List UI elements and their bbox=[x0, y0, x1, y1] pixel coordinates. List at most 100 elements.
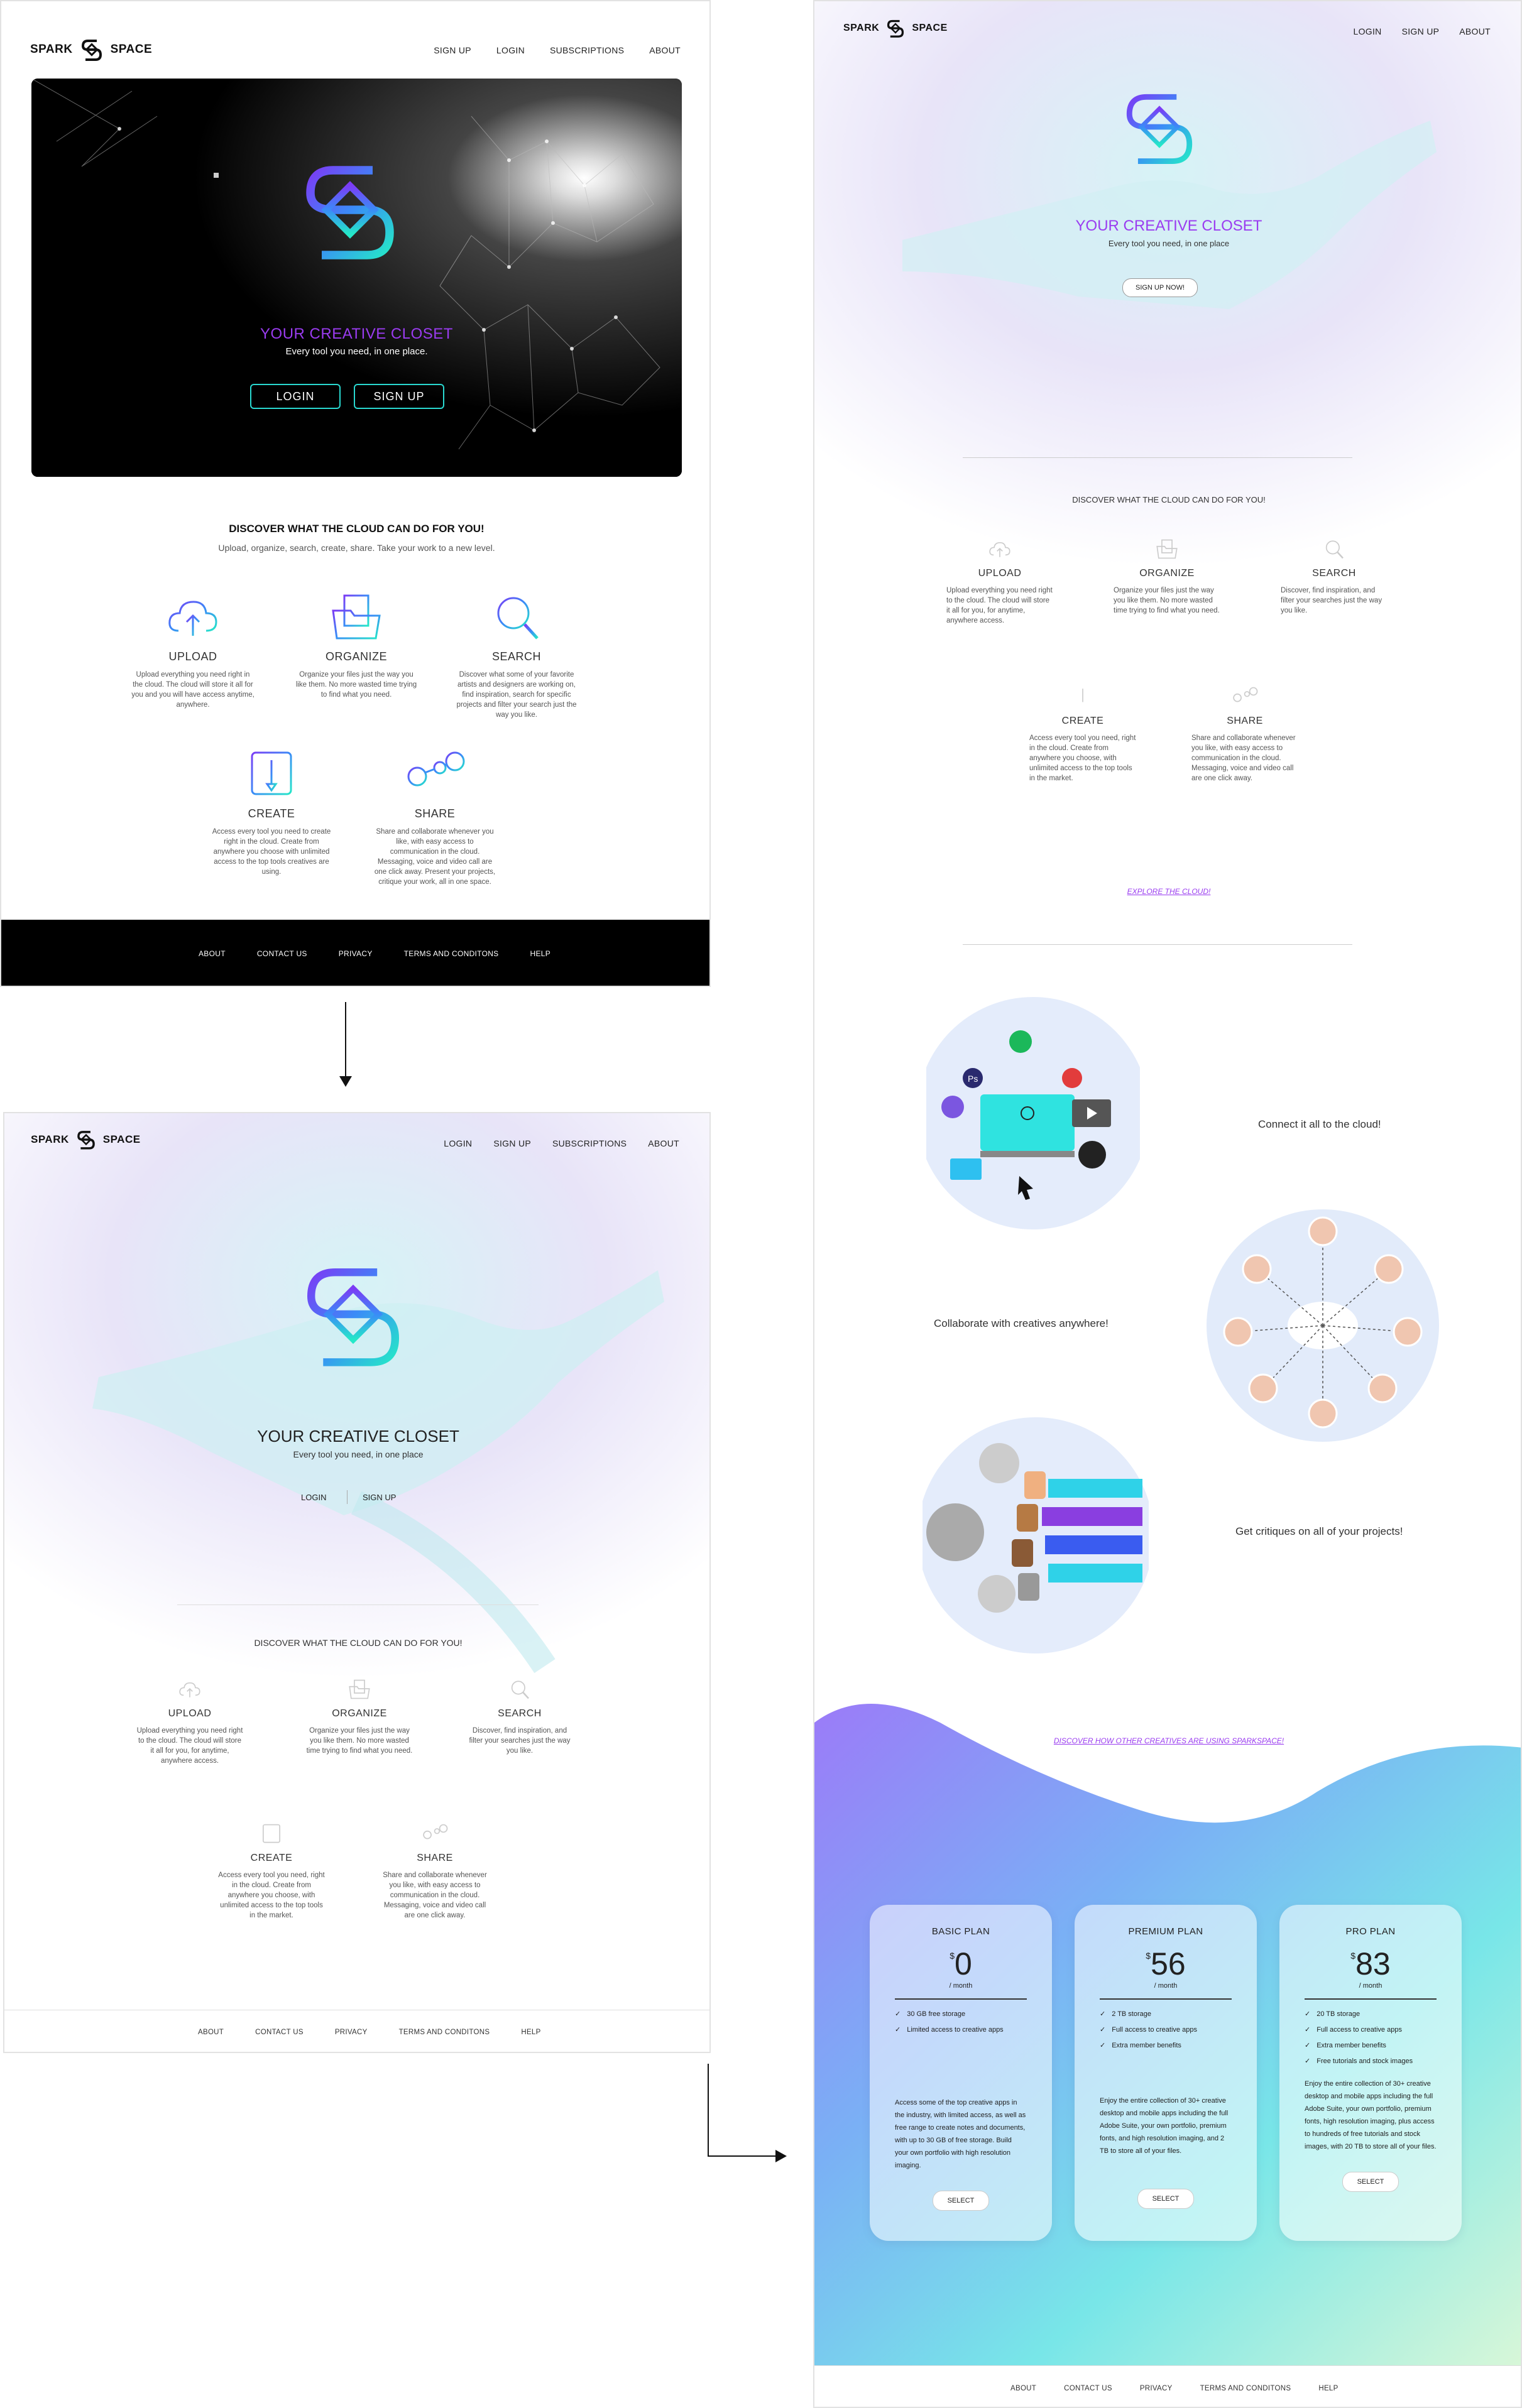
footer-privacy[interactable]: PRIVACY bbox=[339, 949, 373, 958]
discover-title: DISCOVER WHAT THE CLOUD CAN DO FOR YOU! bbox=[1072, 495, 1266, 504]
feature-search[interactable]: SEARCH Discover, find inspiration, and f… bbox=[466, 1679, 573, 1756]
nav-sign-up[interactable]: SIGN UP bbox=[493, 1138, 531, 1148]
plan-feature: ✓ 20 TB storage bbox=[1305, 2010, 1360, 2018]
nav-about[interactable]: ABOUT bbox=[648, 1138, 679, 1148]
flow-arrow-down bbox=[339, 1002, 352, 1087]
brand-right: SPACE bbox=[110, 43, 153, 56]
nav-login[interactable]: LOGIN bbox=[496, 45, 525, 55]
feature-desc: Share and collaborate whenever you like,… bbox=[1191, 734, 1296, 782]
footer-contact[interactable]: CONTACT US bbox=[1064, 2385, 1112, 2392]
footer-terms[interactable]: TERMS AND CONDITONS bbox=[1200, 2385, 1291, 2392]
plan-divider bbox=[1305, 1998, 1437, 2000]
hero-login-button[interactable]: LOGIN bbox=[250, 384, 341, 409]
feature-desc: Discover, find inspiration, and filter y… bbox=[469, 1727, 571, 1755]
hero-login-link[interactable]: LOGIN bbox=[301, 1493, 326, 1502]
feature-organize[interactable]: ORGANIZE Organize your files just the wa… bbox=[293, 592, 419, 700]
feature-organize[interactable]: ORGANIZE Organize your files just the wa… bbox=[306, 1679, 413, 1756]
svg-text:Ps: Ps bbox=[968, 1074, 978, 1084]
hero-signup-link[interactable]: SIGN UP bbox=[363, 1493, 396, 1502]
feature-desc: Upload everything you need right to the … bbox=[946, 587, 1053, 624]
check-icon: ✓ bbox=[895, 2026, 901, 2034]
brand-logo[interactable]: SPARK SPACE bbox=[31, 1128, 141, 1152]
plan-feature: ✓ Extra member benefits bbox=[1100, 2041, 1181, 2050]
nav-subscriptions[interactable]: SUBSCRIPTIONS bbox=[550, 45, 624, 55]
hero-signup-button[interactable]: SIGN UP NOW! bbox=[1122, 278, 1198, 297]
discover-subtitle: Upload, organize, search, create, share.… bbox=[218, 543, 495, 553]
feature-create[interactable]: CREATE Access every tool you need, right… bbox=[1029, 686, 1136, 783]
nav-login[interactable]: LOGIN bbox=[444, 1138, 472, 1148]
hero-title: YOUR CREATIVE CLOSET bbox=[257, 1427, 459, 1446]
feature-upload[interactable]: UPLOAD Upload everything you need right … bbox=[136, 1679, 243, 1766]
footer-help[interactable]: HELP bbox=[521, 2029, 540, 2036]
footer-privacy[interactable]: PRIVACY bbox=[1140, 2385, 1173, 2392]
check-icon: ✓ bbox=[1305, 2010, 1311, 2018]
feature-upload[interactable]: UPLOAD Upload everything you need right … bbox=[946, 538, 1053, 626]
nav-about[interactable]: ABOUT bbox=[649, 45, 681, 55]
plan-card-premium[interactable]: PREMIUM PLAN $56 / month ✓ 2 TB storage ✓… bbox=[1075, 1905, 1257, 2241]
footer-help[interactable]: HELP bbox=[1318, 2385, 1338, 2392]
search-icon bbox=[497, 597, 539, 640]
plan-price: $83 bbox=[1305, 1946, 1437, 1983]
brand-logo[interactable]: SPARK SPACE bbox=[843, 17, 948, 40]
feature-create[interactable]: CREATE Access every tool you need, right… bbox=[218, 1823, 325, 1920]
caption-collaborate: Collaborate with creatives anywhere! bbox=[934, 1317, 1109, 1329]
footer-privacy[interactable]: PRIVACY bbox=[335, 2029, 368, 2036]
footer-bar: ABOUT CONTACT US PRIVACY TERMS AND CONDI… bbox=[814, 2365, 1521, 2407]
select-plan-button[interactable]: SELECT bbox=[1342, 2172, 1399, 2192]
hero-background bbox=[4, 1113, 709, 1679]
feature-label: ORGANIZE bbox=[1139, 568, 1195, 579]
footer-about[interactable]: ABOUT bbox=[1010, 2385, 1036, 2392]
check-icon: ✓ bbox=[1100, 2010, 1106, 2018]
feature-label: ORGANIZE bbox=[325, 650, 387, 663]
hero-subtitle: Every tool you need, in one place bbox=[1108, 239, 1230, 248]
discover-title: DISCOVER WHAT THE CLOUD CAN DO FOR YOU! bbox=[229, 523, 485, 535]
nav-sign-up[interactable]: SIGN UP bbox=[434, 45, 471, 55]
select-plan-button[interactable]: SELECT bbox=[933, 2191, 989, 2211]
share-icon bbox=[423, 1824, 448, 1839]
cloud-connect-illustration: Ps bbox=[926, 997, 1140, 1229]
footer-about[interactable]: ABOUT bbox=[198, 2029, 224, 2036]
footer-help[interactable]: HELP bbox=[530, 949, 550, 958]
feature-share[interactable]: SHARE Share and collaborate whenever you… bbox=[1191, 686, 1298, 783]
feature-desc: Access every tool you need, right in the… bbox=[218, 1871, 325, 1919]
plan-name: BASIC PLAN bbox=[931, 1926, 990, 1937]
hero-subtitle: Every tool you need, in one place. bbox=[285, 346, 428, 357]
select-plan-button[interactable]: SELECT bbox=[1137, 2189, 1194, 2209]
feature-create[interactable]: CREATE Access every tool you need to cre… bbox=[209, 749, 334, 877]
plan-card-pro[interactable]: PRO PLAN $83 / month ✓ 20 TB storage ✓ Ful… bbox=[1279, 1905, 1462, 2241]
nav-sign-up[interactable]: SIGN UP bbox=[1402, 26, 1440, 36]
feature-desc: Organize your files just the way you lik… bbox=[295, 671, 417, 699]
footer-contact[interactable]: CONTACT US bbox=[257, 949, 307, 958]
footer-terms[interactable]: TERMS AND CONDITONS bbox=[404, 949, 499, 958]
feature-share[interactable]: SHARE Share and collaborate whenever you… bbox=[381, 1823, 488, 1920]
feature-desc: Discover, find inspiration, and filter y… bbox=[1281, 587, 1382, 614]
plan-name: PREMIUM PLAN bbox=[1128, 1926, 1203, 1937]
brand-logo[interactable]: SPARK SPACE bbox=[30, 36, 152, 63]
hero-subtitle: Every tool you need, in one place bbox=[293, 1449, 424, 1459]
footer-terms[interactable]: TERMS AND CONDITONS bbox=[399, 2029, 490, 2036]
nav-subscriptions[interactable]: SUBSCRIPTIONS bbox=[552, 1138, 627, 1148]
feature-desc: Organize your files just the way you lik… bbox=[1114, 587, 1220, 614]
feature-organize[interactable]: ORGANIZE Organize your files just the wa… bbox=[1114, 538, 1220, 616]
nav-login[interactable]: LOGIN bbox=[1354, 26, 1382, 36]
feature-search[interactable]: SEARCH Discover what some of your favori… bbox=[454, 592, 579, 720]
plan-card-basic[interactable]: BASIC PLAN $0 / month ✓ 30 GB free storag… bbox=[870, 1905, 1052, 2241]
section-divider-2 bbox=[963, 944, 1352, 945]
footer-contact[interactable]: CONTACT US bbox=[255, 2029, 304, 2036]
hero-title: YOUR CREATIVE CLOSET bbox=[260, 325, 453, 342]
nav-about[interactable]: ABOUT bbox=[1459, 26, 1491, 36]
explore-link[interactable]: EXPLORE THE CLOUD! bbox=[814, 887, 1521, 896]
feature-upload[interactable]: UPLOAD Upload everything you need right … bbox=[130, 592, 256, 710]
search-icon bbox=[511, 1681, 529, 1699]
folder-icon bbox=[332, 594, 381, 640]
hero-divider bbox=[347, 1490, 348, 1504]
footer-links: ABOUT CONTACT US PRIVACY TERMS AND CONDI… bbox=[1010, 2385, 1339, 2392]
plan-feature: ✓ 30 GB free storage bbox=[895, 2010, 966, 2018]
feature-desc: Access every tool you need to create rig… bbox=[212, 828, 331, 876]
hero-signup-button[interactable]: SIGN UP bbox=[354, 384, 444, 409]
footer-about[interactable]: ABOUT bbox=[199, 949, 226, 958]
feature-search[interactable]: SEARCH Discover, find inspiration, and f… bbox=[1281, 538, 1388, 616]
plan-currency: $ bbox=[950, 1951, 955, 1961]
discover-others-link[interactable]: DISCOVER HOW OTHER CREATIVES ARE USING S… bbox=[814, 1736, 1521, 1745]
feature-share[interactable]: SHARE Share and collaborate whenever you… bbox=[372, 749, 498, 887]
